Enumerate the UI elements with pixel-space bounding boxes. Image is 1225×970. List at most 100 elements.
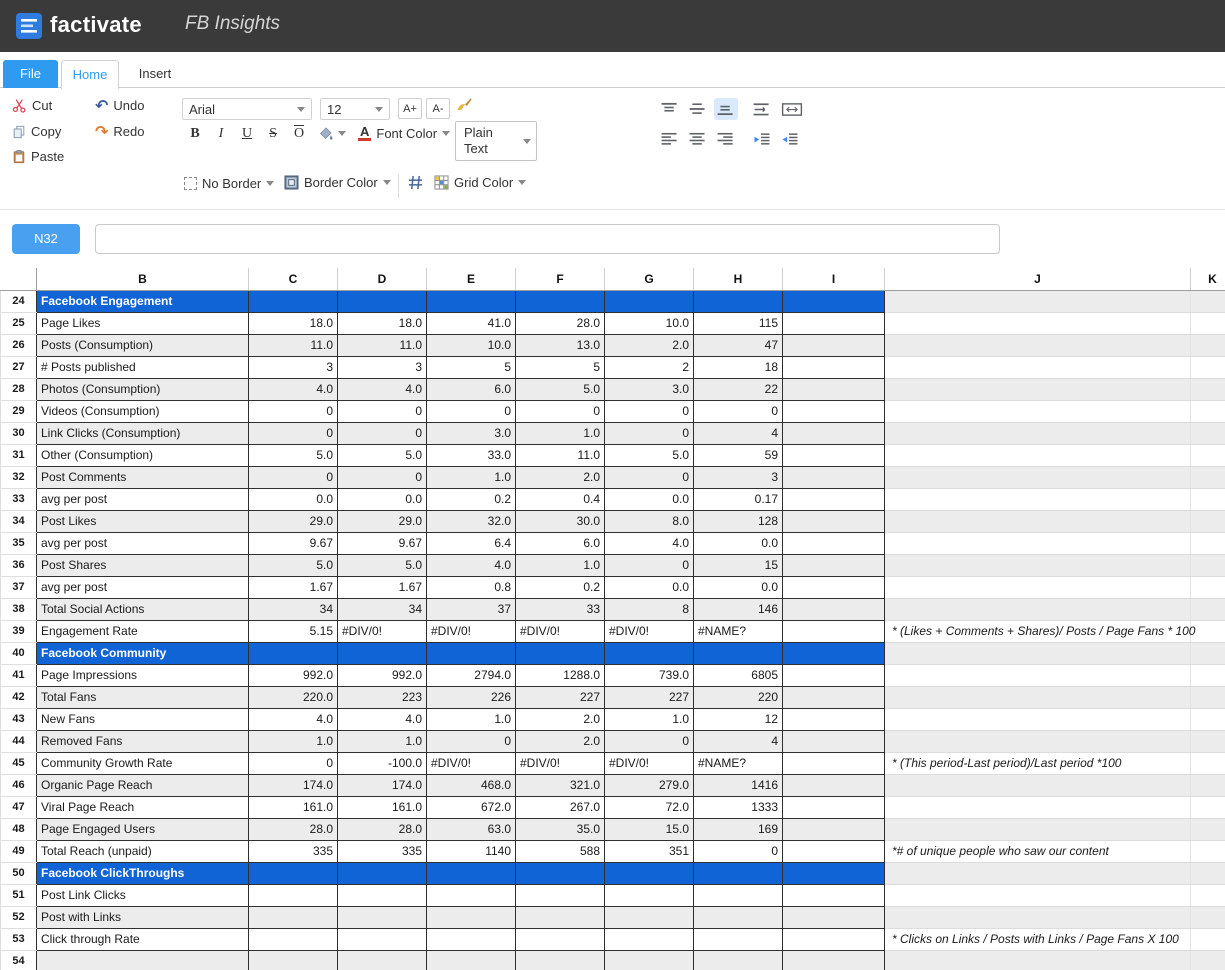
valign-top-button[interactable] [658,98,682,120]
cell-note[interactable] [885,686,1191,708]
cell-note[interactable]: *# of unique people who saw our content [885,840,1191,862]
cell-empty[interactable] [783,334,885,356]
cell-value[interactable] [694,642,783,664]
row-number[interactable]: 45 [1,752,37,774]
strikethrough-button[interactable]: S [262,124,284,144]
cell-value[interactable]: #DIV/0! [605,752,694,774]
cell-empty[interactable] [1191,510,1225,532]
cell-value[interactable]: 0.8 [427,576,516,598]
cell-value[interactable]: 0.2 [427,488,516,510]
cell-value[interactable]: 1.0 [427,708,516,730]
cell-value[interactable]: 4 [694,730,783,752]
cell-value[interactable]: 5.0 [338,444,427,466]
cell-value[interactable]: 9.67 [249,532,338,554]
cell-value[interactable] [249,862,338,884]
cell-note[interactable] [885,334,1191,356]
cell-value[interactable]: 739.0 [605,664,694,686]
cell-label[interactable]: Photos (Consumption) [37,378,249,400]
cell-empty[interactable] [783,774,885,796]
column-header-K[interactable]: K [1191,268,1225,290]
cell-value[interactable]: 0.17 [694,488,783,510]
cell-label[interactable]: Engagement Rate [37,620,249,642]
cell-note[interactable] [885,774,1191,796]
border-color-button[interactable]: Border Color [284,175,391,190]
cell-empty[interactable] [783,884,885,906]
cell-value[interactable]: 72.0 [605,796,694,818]
cell-label[interactable]: avg per post [37,488,249,510]
row-number[interactable]: 47 [1,796,37,818]
cell-value[interactable]: 13.0 [516,334,605,356]
cell-value[interactable]: 3.0 [427,422,516,444]
cell-value[interactable]: 0 [605,554,694,576]
cell-empty[interactable] [1191,444,1225,466]
bold-button[interactable]: B [184,124,206,144]
row-number[interactable]: 37 [1,576,37,598]
cell-value[interactable] [694,906,783,928]
cell-label[interactable]: Page Likes [37,312,249,334]
paint-format-button[interactable] [456,97,472,113]
cell-value[interactable]: 33 [516,598,605,620]
cell-value[interactable]: 28.0 [338,818,427,840]
cell-empty[interactable] [783,928,885,950]
cell-value[interactable]: 4.0 [249,378,338,400]
cell-value[interactable] [338,950,427,970]
cell-empty[interactable] [1191,312,1225,334]
cell-value[interactable]: 12 [694,708,783,730]
cell-value[interactable]: 1.0 [249,730,338,752]
row-number[interactable]: 52 [1,906,37,928]
row-number[interactable]: 26 [1,334,37,356]
cell-label[interactable]: Organic Page Reach [37,774,249,796]
cell-value[interactable]: 11.0 [516,444,605,466]
cell-value[interactable] [605,642,694,664]
cell-value[interactable]: #DIV/0! [605,620,694,642]
cell-value[interactable]: 4.0 [338,708,427,730]
column-header-H[interactable]: H [694,268,783,290]
cell-value[interactable]: #NAME? [694,620,783,642]
cell-label[interactable]: Removed Fans [37,730,249,752]
cell-empty[interactable] [1191,554,1225,576]
cell-value[interactable]: 5.0 [249,554,338,576]
cell-value[interactable]: 1.0 [427,466,516,488]
font-color-button[interactable]: A Font Color [358,125,450,141]
cell-value[interactable]: 0 [605,730,694,752]
cell-empty[interactable] [1191,884,1225,906]
cell-note[interactable] [885,884,1191,906]
cell-value[interactable]: 5.0 [338,554,427,576]
cell-value[interactable]: 0 [694,840,783,862]
no-border-button[interactable]: No Border [184,176,274,191]
valign-middle-button[interactable] [686,98,710,120]
indent-decrease-button[interactable] [778,128,802,150]
row-number[interactable]: 49 [1,840,37,862]
cell-value[interactable]: 1288.0 [516,664,605,686]
cell-label[interactable]: Viral Page Reach [37,796,249,818]
cell-empty[interactable] [1191,906,1225,928]
tab-file[interactable]: File [3,60,58,88]
cell-note[interactable] [885,818,1191,840]
row-number[interactable]: 42 [1,686,37,708]
cell-value[interactable]: 29.0 [249,510,338,532]
column-header-I[interactable]: I [783,268,885,290]
cell-value[interactable]: 0.2 [516,576,605,598]
cell-empty[interactable] [783,554,885,576]
cell-note[interactable] [885,378,1191,400]
cell-value[interactable] [338,928,427,950]
cell-note[interactable] [885,906,1191,928]
cell-value[interactable]: 335 [249,840,338,862]
italic-button[interactable]: I [210,124,232,144]
cell-value[interactable]: 4.0 [249,708,338,730]
cell-value[interactable]: 0 [249,422,338,444]
cell-label[interactable]: Page Engaged Users [37,818,249,840]
cell-value[interactable] [605,906,694,928]
cell-value[interactable]: 0 [694,400,783,422]
row-number[interactable]: 33 [1,488,37,510]
cell-value[interactable]: 28.0 [516,312,605,334]
cell-value[interactable]: 18 [694,356,783,378]
cell-empty[interactable] [1191,532,1225,554]
cell-value[interactable]: 29.0 [338,510,427,532]
cell-value[interactable]: #NAME? [694,752,783,774]
cell-value[interactable]: 2.0 [605,334,694,356]
align-left-button[interactable] [658,128,682,150]
cell-value[interactable]: 226 [427,686,516,708]
cell-empty[interactable] [783,312,885,334]
cell-value[interactable]: 3.0 [605,378,694,400]
